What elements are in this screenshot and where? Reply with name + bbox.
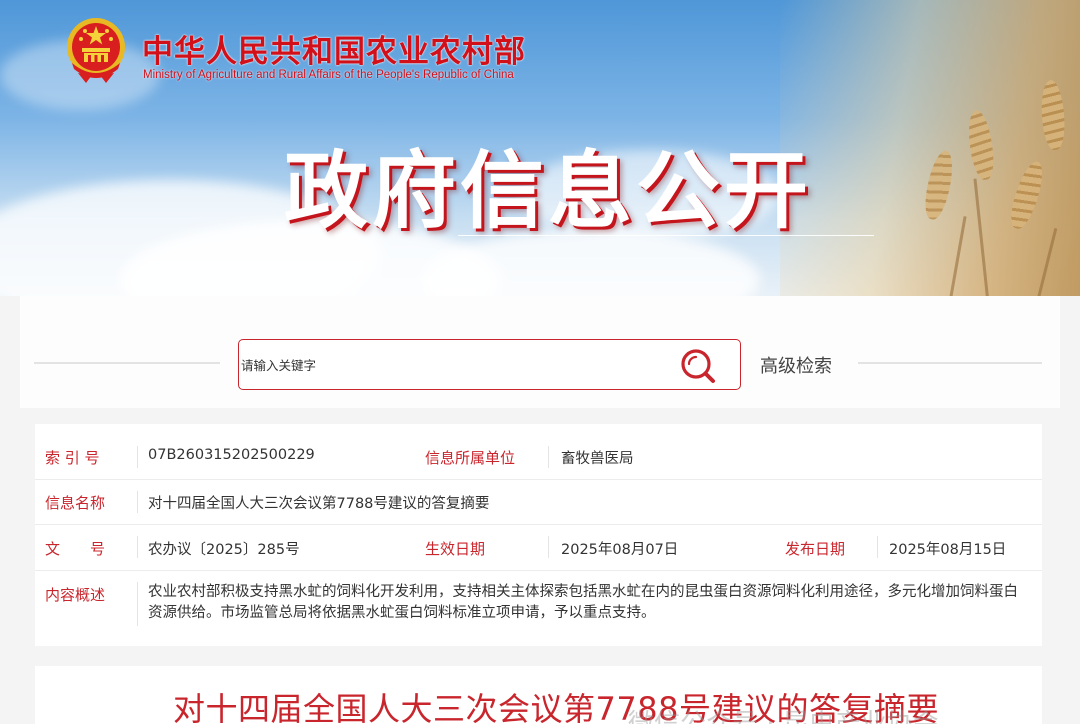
publish-date-label: 发布日期 (785, 540, 846, 558)
wheat-ear-icon (920, 148, 958, 222)
wheat-decoration (780, 0, 1080, 296)
wheat-stalk (1035, 228, 1058, 296)
column-divider (548, 446, 549, 468)
column-divider (137, 582, 138, 626)
search-box (238, 339, 741, 390)
search-input[interactable] (241, 352, 661, 378)
content-summary-value: 农业农村部积极支持黑水虻的饲料化开发利用，支持相关主体探索包括黑水虻在内的昆虫蛋… (148, 584, 1018, 621)
advanced-search-link[interactable]: 高级检索 (760, 352, 832, 378)
issuing-unit-label: 信息所属单位 (425, 449, 516, 467)
hero-title: 政府信息公开 (284, 142, 813, 240)
wheat-stalk (948, 216, 967, 296)
wheat-ear-icon (1039, 79, 1067, 151)
wheat-ear-icon (965, 108, 997, 182)
watermark: 微信公众号 · 昆虫产业协会 (628, 709, 939, 724)
publish-date-value: 2025年08月15日 (889, 542, 1007, 558)
index-number-value: 07B260315202500229 (148, 447, 315, 463)
national-emblem-icon[interactable] (64, 17, 128, 85)
divider (34, 362, 220, 364)
document-number-value: 农办议〔2025〕285号 (148, 542, 300, 558)
effective-date-value: 2025年08月07日 (561, 542, 679, 558)
search-icon (681, 349, 715, 383)
wheat-stalk (973, 178, 989, 296)
column-divider (877, 536, 878, 558)
column-divider (137, 491, 138, 513)
divider (858, 362, 1042, 364)
site-subtitle[interactable]: Ministry of Agriculture and Rural Affair… (143, 69, 514, 81)
effective-date-label: 生效日期 (425, 540, 486, 558)
column-divider (137, 446, 138, 468)
info-name-label: 信息名称 (45, 494, 106, 512)
row-divider (35, 479, 1042, 480)
index-number-label: 索 引 号 (45, 449, 100, 467)
hero-divider (458, 235, 874, 236)
row-divider (35, 524, 1042, 525)
row-divider (35, 570, 1042, 571)
issuing-unit-value: 畜牧兽医局 (561, 451, 634, 467)
site-title[interactable]: 中华人民共和国农业农村部 (142, 26, 526, 71)
document-number-label: 文 号 (45, 540, 106, 558)
info-name-value: 对十四届全国人大三次会议第7788号建议的答复摘要 (148, 496, 490, 512)
wheat-ear-icon (1005, 158, 1049, 232)
content-summary-label: 内容概述 (45, 586, 106, 604)
header-banner: 中华人民共和国农业农村部 Ministry of Agriculture and… (0, 0, 1080, 296)
search-button[interactable] (679, 347, 719, 385)
column-divider (137, 536, 138, 558)
column-divider (548, 536, 549, 558)
